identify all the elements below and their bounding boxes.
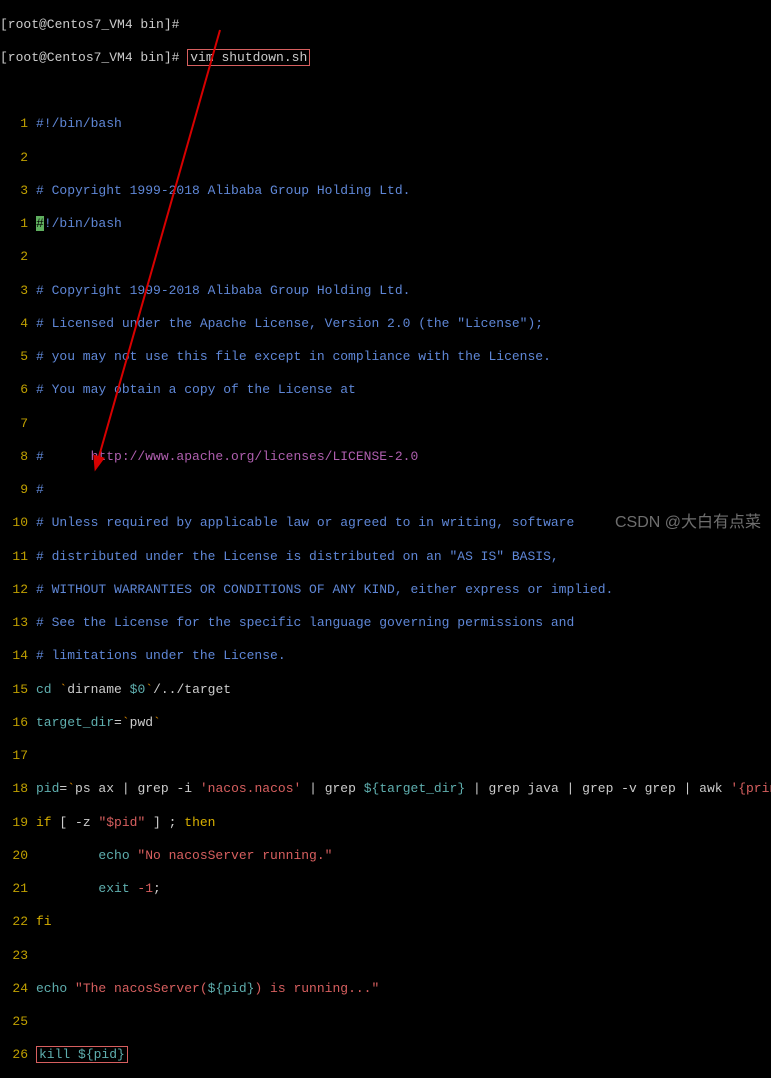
code-line: 2 — [0, 249, 771, 266]
line-number: 23 — [0, 948, 28, 965]
line-number: 3 — [0, 183, 28, 200]
code-line: 24echo "The nacosServer(${pid}) is runni… — [0, 981, 771, 998]
line-number: 25 — [0, 1014, 28, 1031]
line-number: 17 — [0, 748, 28, 765]
line-number: 9 — [0, 482, 28, 499]
watermark: CSDN @大白有点菜 — [615, 513, 761, 533]
line-number: 3 — [0, 283, 28, 300]
line-number: 12 — [0, 582, 28, 599]
line-number: 11 — [0, 549, 28, 566]
code-line: 11# distributed under the License is dis… — [0, 549, 771, 566]
prompt: [root@Centos7_VM4 bin]# — [0, 17, 179, 32]
code-line: 17 — [0, 748, 771, 765]
code-line: 3# Copyright 1999-2018 Alibaba Group Hol… — [0, 183, 771, 200]
line-number: 6 — [0, 382, 28, 399]
code-line: 1#!/bin/bash — [0, 216, 771, 233]
blank-line — [0, 83, 771, 100]
code-line: 20 echo "No nacosServer running." — [0, 848, 771, 865]
code-line: 18pid=`ps ax | grep -i 'nacos.nacos' | g… — [0, 781, 771, 798]
code-line: 3# Copyright 1999-2018 Alibaba Group Hol… — [0, 283, 771, 300]
line-number: 4 — [0, 316, 28, 333]
code-line: 2 — [0, 150, 771, 167]
code-line: 15cd `dirname $0`/../target — [0, 682, 771, 699]
code-line: 7 — [0, 416, 771, 433]
code-line: 16target_dir=`pwd` — [0, 715, 771, 732]
code-line: 6# You may obtain a copy of the License … — [0, 382, 771, 399]
line-number: 16 — [0, 715, 28, 732]
line-number: 20 — [0, 848, 28, 865]
line-number: 19 — [0, 815, 28, 832]
line-number: 21 — [0, 881, 28, 898]
code-line: 9# — [0, 482, 771, 499]
line-number: 24 — [0, 981, 28, 998]
terminal[interactable]: [root@Centos7_VM4 bin]# [root@Centos7_VM… — [0, 0, 771, 1078]
code-line: 21 exit -1; — [0, 881, 771, 898]
line-number: 13 — [0, 615, 28, 632]
line-number: 2 — [0, 150, 28, 167]
code-line: 5# you may not use this file except in c… — [0, 349, 771, 366]
line-number: 5 — [0, 349, 28, 366]
command-entered: vim shutdown.sh — [187, 49, 310, 66]
line-number: 22 — [0, 914, 28, 931]
line-number: 8 — [0, 449, 28, 466]
line-number: 10 — [0, 515, 28, 532]
line-number: 1 — [0, 116, 28, 133]
code-line: 13# See the License for the specific lan… — [0, 615, 771, 632]
code-line: 4# Licensed under the Apache License, Ve… — [0, 316, 771, 333]
prompt-line-cmd: [root@Centos7_VM4 bin]# vim shutdown.sh — [0, 50, 771, 67]
code-line: 26 kill ${pid} — [0, 1047, 771, 1064]
prompt-line: [root@Centos7_VM4 bin]# — [0, 17, 771, 34]
line-number: 18 — [0, 781, 28, 798]
code-line: 25 — [0, 1014, 771, 1031]
line-number: 26 — [0, 1047, 28, 1064]
line-number: 15 — [0, 682, 28, 699]
code-line: 14# limitations under the License. — [0, 648, 771, 665]
code-line: 19if [ -z "$pid" ] ; then — [0, 815, 771, 832]
line-number: 1 — [0, 216, 28, 233]
code-line: 12# WITHOUT WARRANTIES OR CONDITIONS OF … — [0, 582, 771, 599]
code-line: 22fi — [0, 914, 771, 931]
code-line: 1#!/bin/bash — [0, 116, 771, 133]
prompt: [root@Centos7_VM4 bin]# — [0, 50, 187, 65]
code-line: 23 — [0, 948, 771, 965]
line-number: 7 — [0, 416, 28, 433]
line-number: 14 — [0, 648, 28, 665]
cursor-char: # — [36, 216, 44, 231]
highlighted-kill: kill ${pid} — [36, 1046, 128, 1063]
code-line: 8# http://www.apache.org/licenses/LICENS… — [0, 449, 771, 466]
line-number: 2 — [0, 249, 28, 266]
